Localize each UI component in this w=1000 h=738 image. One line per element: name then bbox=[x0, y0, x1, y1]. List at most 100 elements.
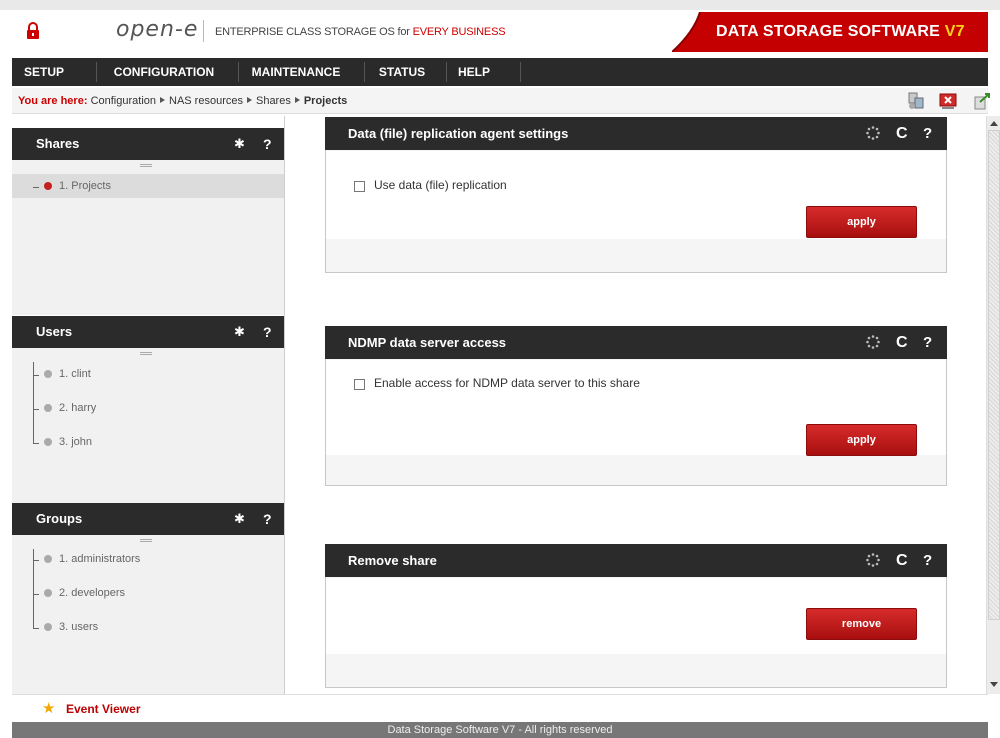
refresh-icon[interactable]: C bbox=[896, 544, 908, 577]
scroll-up-arrow-icon[interactable] bbox=[990, 121, 998, 126]
use-replication-checkbox[interactable] bbox=[354, 181, 365, 192]
help-icon[interactable]: ? bbox=[923, 326, 932, 359]
shares-header: Shares ✱ ? bbox=[12, 128, 284, 160]
loading-spinner-icon bbox=[866, 126, 880, 140]
group-item-label: 1. administrators bbox=[59, 553, 141, 565]
tree-tick bbox=[33, 375, 39, 376]
resize-grip[interactable] bbox=[140, 164, 152, 167]
user-item-label: 3. john bbox=[59, 436, 93, 448]
users-title: Users bbox=[36, 324, 73, 339]
breadcrumb-prefix: You are here: bbox=[18, 95, 88, 107]
nav-divider bbox=[96, 62, 97, 82]
breadcrumb-item[interactable]: NAS resources bbox=[169, 95, 243, 107]
breadcrumb-arrow-icon bbox=[246, 97, 252, 103]
refresh-icon[interactable]: C bbox=[896, 117, 908, 150]
shares-gear-icon[interactable]: ✱ bbox=[234, 128, 245, 160]
top-strip bbox=[0, 0, 1000, 10]
group-item-developers[interactable]: 2. developers bbox=[12, 581, 284, 605]
groups-list: 1. administrators 2. developers 3. users bbox=[12, 535, 284, 694]
users-gear-icon[interactable]: ✱ bbox=[234, 316, 245, 348]
main-scrollbar[interactable] bbox=[986, 116, 1000, 694]
network-icon[interactable] bbox=[906, 92, 926, 110]
breadcrumb-arrow-icon bbox=[160, 97, 165, 103]
nav-status[interactable]: STATUS bbox=[372, 58, 432, 86]
shares-list: 1. Projects bbox=[12, 160, 284, 315]
group-item-administrators[interactable]: 1. administrators bbox=[12, 547, 284, 571]
app-window: open-e ENTERPRISE CLASS STORAGE OS for E… bbox=[0, 0, 1000, 738]
tree-tick bbox=[33, 443, 39, 444]
use-replication-label: Use data (file) replication bbox=[374, 178, 507, 192]
nav-divider bbox=[364, 62, 365, 82]
remove-share-panel-title: Remove share bbox=[348, 553, 437, 568]
tree-tick bbox=[33, 187, 39, 188]
nav-maintenance[interactable]: MAINTENANCE bbox=[248, 58, 344, 86]
groups-help-icon[interactable]: ? bbox=[263, 503, 272, 535]
nav-divider bbox=[446, 62, 447, 82]
replication-apply-button[interactable]: apply bbox=[806, 206, 917, 238]
nav-divider bbox=[238, 62, 239, 82]
user-status-dot-icon bbox=[44, 370, 52, 378]
scroll-thumb[interactable] bbox=[988, 130, 1000, 620]
breadcrumb: You are here: Configuration NAS resources… bbox=[12, 88, 988, 114]
star-icon: ★ bbox=[42, 700, 56, 717]
header: open-e ENTERPRISE CLASS STORAGE OS for E… bbox=[12, 12, 988, 52]
users-help-icon[interactable]: ? bbox=[263, 316, 272, 348]
user-status-dot-icon bbox=[44, 404, 52, 412]
user-item-clint[interactable]: 1. clint bbox=[12, 362, 284, 386]
footer-text: Data Storage Software V7 - All rights re… bbox=[387, 724, 613, 736]
share-item-projects[interactable]: 1. Projects bbox=[12, 174, 284, 198]
close-window-icon[interactable] bbox=[938, 92, 958, 110]
main-nav: SETUP CONFIGURATION MAINTENANCE STATUS H… bbox=[12, 58, 988, 86]
group-item-users[interactable]: 3. users bbox=[12, 615, 284, 639]
tree-tick bbox=[33, 594, 39, 595]
header-divider bbox=[203, 20, 204, 42]
loading-spinner-icon bbox=[866, 553, 880, 567]
breadcrumb-item[interactable]: Configuration bbox=[91, 95, 156, 107]
resize-grip[interactable] bbox=[140, 352, 152, 355]
logout-icon[interactable] bbox=[972, 92, 992, 110]
group-item-label: 2. developers bbox=[59, 587, 126, 599]
user-item-label: 1. clint bbox=[59, 368, 91, 380]
help-icon[interactable]: ? bbox=[923, 544, 932, 577]
user-item-label: 2. harry bbox=[59, 402, 97, 414]
breadcrumb-item[interactable]: Shares bbox=[256, 95, 291, 107]
brand-title: DATA STORAGE SOFTWARE V7 bbox=[716, 23, 965, 40]
tagline: ENTERPRISE CLASS STORAGE OS for EVERY BU… bbox=[215, 26, 506, 38]
nav-setup[interactable]: SETUP bbox=[20, 58, 68, 86]
remove-share-panel-header: Remove share C ? bbox=[325, 544, 947, 577]
refresh-icon[interactable]: C bbox=[896, 326, 908, 359]
ndmp-access-label: Enable access for NDMP data server to th… bbox=[374, 376, 640, 390]
brand-banner: DATA STORAGE SOFTWARE V7 bbox=[672, 12, 988, 52]
users-header: Users ✱ ? bbox=[12, 316, 284, 348]
loading-spinner-icon bbox=[866, 335, 880, 349]
shares-title: Shares bbox=[36, 136, 80, 151]
users-list: 1. clint 2. harry 3. john bbox=[12, 348, 284, 503]
user-item-harry[interactable]: 2. harry bbox=[12, 396, 284, 420]
sidebar: Shares ✱ ? 1. Projects Users ✱ ? 1. clin… bbox=[12, 116, 285, 694]
share-status-dot-icon bbox=[44, 182, 52, 190]
share-item-label: 1. Projects bbox=[59, 180, 111, 192]
breadcrumb-arrow-icon bbox=[294, 97, 300, 103]
event-viewer-link[interactable]: Event Viewer bbox=[66, 702, 140, 716]
group-item-label: 3. users bbox=[59, 621, 99, 633]
ndmp-access-checkbox[interactable] bbox=[354, 379, 365, 390]
nav-configuration[interactable]: CONFIGURATION bbox=[108, 58, 220, 86]
help-icon[interactable]: ? bbox=[923, 117, 932, 150]
ndmp-apply-button[interactable]: apply bbox=[806, 424, 917, 456]
resize-grip[interactable] bbox=[140, 539, 152, 542]
user-item-john[interactable]: 3. john bbox=[12, 430, 284, 454]
footer: Data Storage Software V7 - All rights re… bbox=[12, 722, 988, 738]
nav-help[interactable]: HELP bbox=[452, 58, 496, 86]
shares-help-icon[interactable]: ? bbox=[263, 128, 272, 160]
scroll-down-arrow-icon[interactable] bbox=[990, 682, 998, 687]
nav-divider bbox=[520, 62, 521, 82]
replication-panel-header: Data (file) replication agent settings C… bbox=[325, 117, 947, 150]
ndmp-panel-header: NDMP data server access C ? bbox=[325, 326, 947, 359]
replication-panel-title: Data (file) replication agent settings bbox=[348, 126, 569, 141]
groups-gear-icon[interactable]: ✱ bbox=[234, 503, 245, 535]
group-status-dot-icon bbox=[44, 623, 52, 631]
lock-icon bbox=[27, 22, 39, 39]
event-viewer-bar: ★ Event Viewer bbox=[12, 694, 988, 722]
remove-share-button[interactable]: remove bbox=[806, 608, 917, 640]
breadcrumb-current: Projects bbox=[303, 95, 348, 107]
